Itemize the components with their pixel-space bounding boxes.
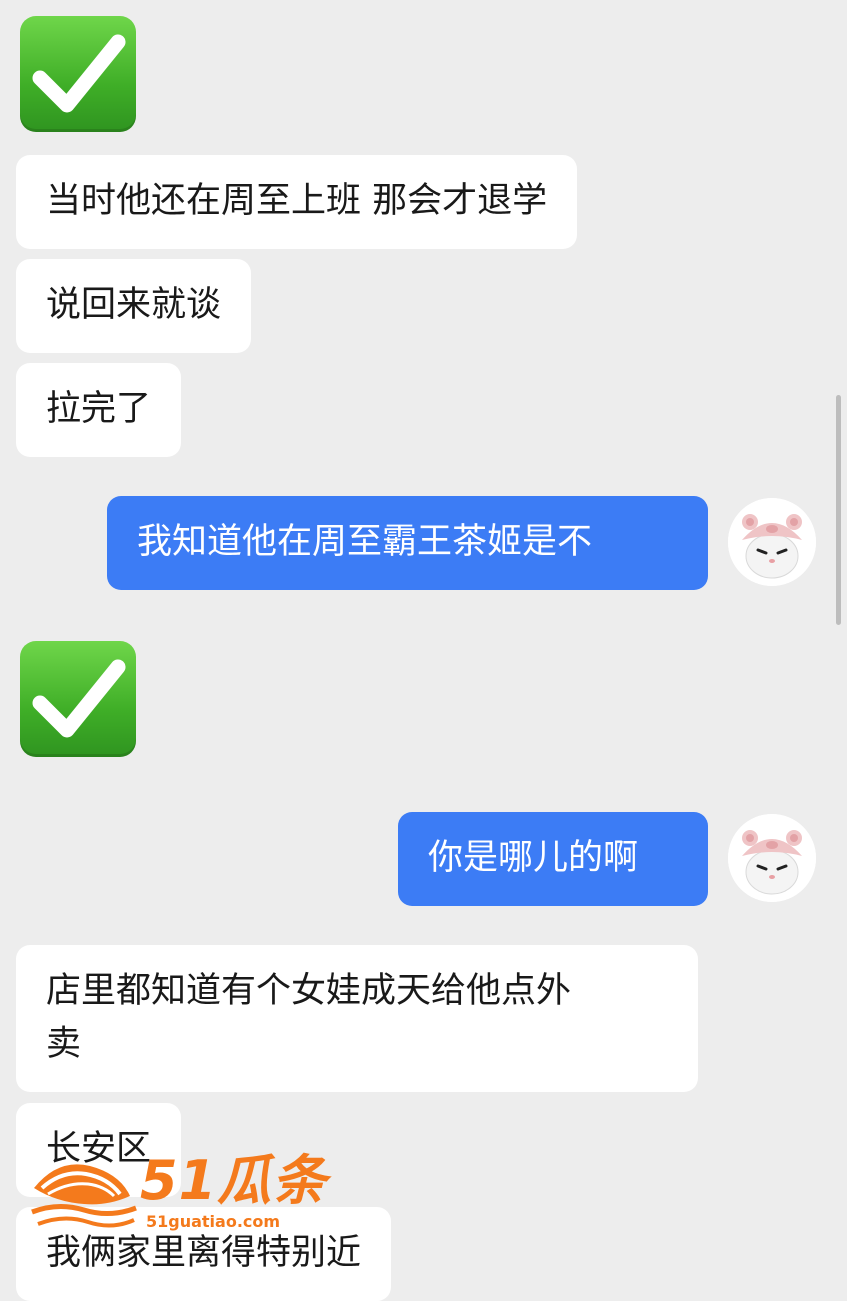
message-bubble-outgoing[interactable]: 你是哪儿的啊	[398, 812, 708, 906]
message-bubble-incoming[interactable]: 长安区	[16, 1103, 182, 1197]
message-bubble-incoming[interactable]: 我俩家里离得特别近	[16, 1207, 392, 1301]
check-mark-icon	[32, 659, 126, 738]
message-bubble-incoming[interactable]: 店里都知道有个女娃成天给他点外 卖	[16, 945, 698, 1092]
message-bubble-incoming[interactable]: 当时他还在周至上班 那会才退学	[16, 155, 578, 249]
avatar-cat-bear-hat-icon	[728, 814, 816, 902]
avatar-cat-bear-hat-icon	[728, 498, 816, 586]
message-bubble-incoming[interactable]: 拉完了	[16, 363, 182, 457]
check-emoji[interactable]	[20, 16, 136, 132]
message-bubble-incoming[interactable]: 说回来就谈	[16, 259, 252, 353]
message-bubble-outgoing[interactable]: 我知道他在周至霸王茶姬是不	[107, 496, 708, 590]
check-mark-icon	[32, 34, 126, 113]
scrollbar-thumb[interactable]	[836, 395, 841, 625]
user-avatar[interactable]	[728, 498, 816, 586]
check-emoji[interactable]	[20, 641, 136, 757]
user-avatar[interactable]	[728, 814, 816, 902]
